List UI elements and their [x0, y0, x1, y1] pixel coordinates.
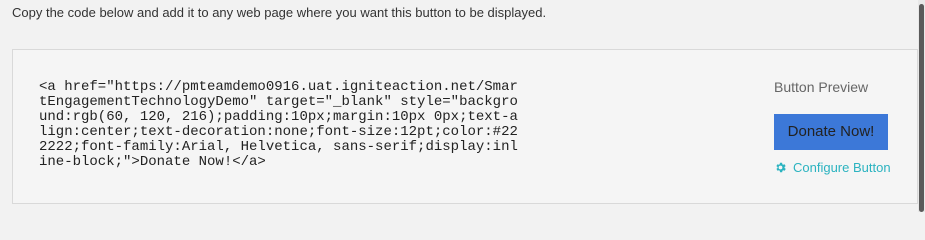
- configure-button-label: Configure Button: [793, 160, 891, 175]
- scrollbar-thumb[interactable]: [919, 4, 924, 212]
- button-preview-title: Button Preview: [774, 79, 869, 95]
- instructions-text: Copy the code below and add it to any we…: [12, 5, 547, 20]
- scrollbar[interactable]: [918, 0, 925, 212]
- gear-icon: [776, 162, 786, 173]
- configure-button-link[interactable]: Configure Button: [774, 160, 891, 175]
- donate-now-button[interactable]: Donate Now!: [774, 114, 888, 150]
- code-line: 2222;font-family:Arial, Helvetica, sans-…: [39, 139, 518, 155]
- embed-code[interactable]: <a href="https://pmteamdemo0916.uat.igni…: [39, 80, 639, 170]
- code-line: <a href="https://pmteamdemo0916.uat.igni…: [39, 79, 518, 95]
- code-line: und:rgb(60, 120, 216);padding:10px;margi…: [39, 109, 518, 125]
- code-line: lign:center;text-decoration:none;font-si…: [39, 124, 518, 140]
- embed-code-panel: <a href="https://pmteamdemo0916.uat.igni…: [12, 49, 918, 204]
- code-line: ine-block;">Donate Now!</a>: [39, 154, 266, 170]
- code-line: tEngagementTechnologyDemo" target="_blan…: [39, 94, 518, 110]
